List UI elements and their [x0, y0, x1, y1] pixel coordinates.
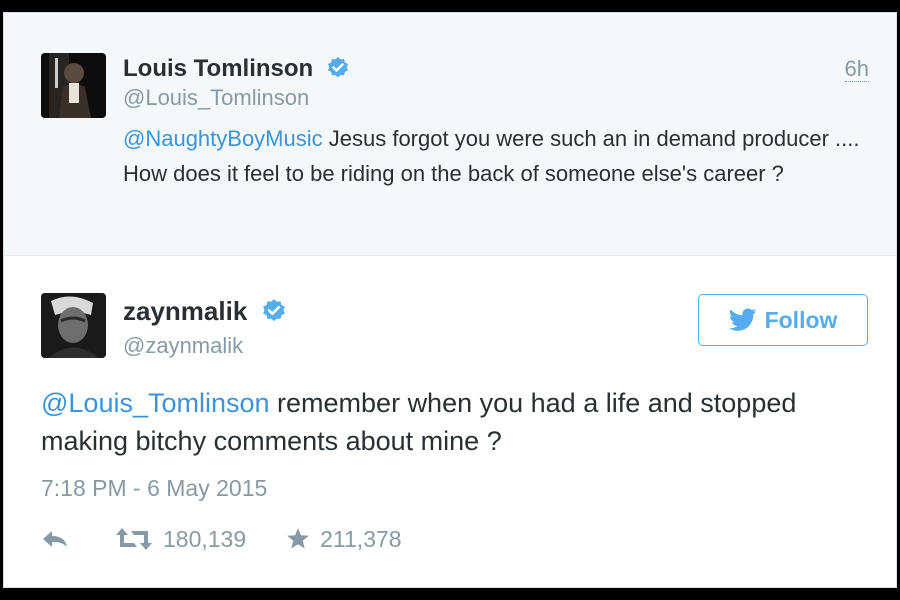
parent-timestamp[interactable]: 6h	[844, 57, 869, 82]
avatar-louis[interactable]	[41, 53, 106, 118]
parent-display-name-text[interactable]: Louis Tomlinson	[123, 55, 313, 82]
main-mention-link[interactable]: @Louis_Tomlinson	[41, 388, 270, 418]
tweet-embed: Louis Tomlinson @Louis_Tomlinson 6h @Nau…	[3, 12, 897, 588]
follow-button[interactable]: Follow	[698, 294, 868, 346]
retweet-button[interactable]: 180,139	[115, 526, 246, 553]
tweet-actions: 180,139 211,378	[41, 521, 402, 557]
main-handle[interactable]: @zaynmalik	[123, 333, 243, 359]
tweet-date[interactable]: 7:18 PM - 6 May 2015	[41, 475, 267, 502]
reply-icon	[43, 531, 67, 547]
follow-button-label[interactable]: Follow	[765, 307, 838, 334]
verified-badge-icon	[262, 299, 285, 322]
avatar-louis-image	[41, 53, 106, 118]
main-display-name-text[interactable]: zaynmalik	[123, 296, 247, 326]
twitter-bird-icon	[728, 308, 757, 331]
parent-display-name[interactable]: Louis Tomlinson	[123, 55, 350, 83]
main-tweet-text: @Louis_Tomlinson remember when you had a…	[41, 384, 881, 460]
favorite-count: 211,378	[320, 525, 402, 552]
parent-tweet: Louis Tomlinson @Louis_Tomlinson 6h @Nau…	[4, 13, 896, 256]
parent-handle[interactable]: @Louis_Tomlinson	[123, 85, 309, 111]
favorite-star-icon	[287, 528, 309, 549]
favorite-button[interactable]: 211,378	[286, 525, 402, 553]
avatar-zayn-image	[41, 293, 106, 358]
parent-tweet-text: @NaughtyBoyMusic Jesus forgot you were s…	[123, 121, 863, 191]
retweet-icon	[116, 528, 152, 550]
verified-badge-icon	[327, 56, 348, 78]
parent-mention-link[interactable]: @NaughtyBoyMusic	[123, 126, 323, 151]
retweet-count: 180,139	[163, 525, 247, 552]
main-display-name[interactable]: zaynmalik	[123, 296, 287, 327]
avatar-zayn[interactable]	[41, 293, 106, 358]
reply-button[interactable]	[41, 528, 73, 550]
